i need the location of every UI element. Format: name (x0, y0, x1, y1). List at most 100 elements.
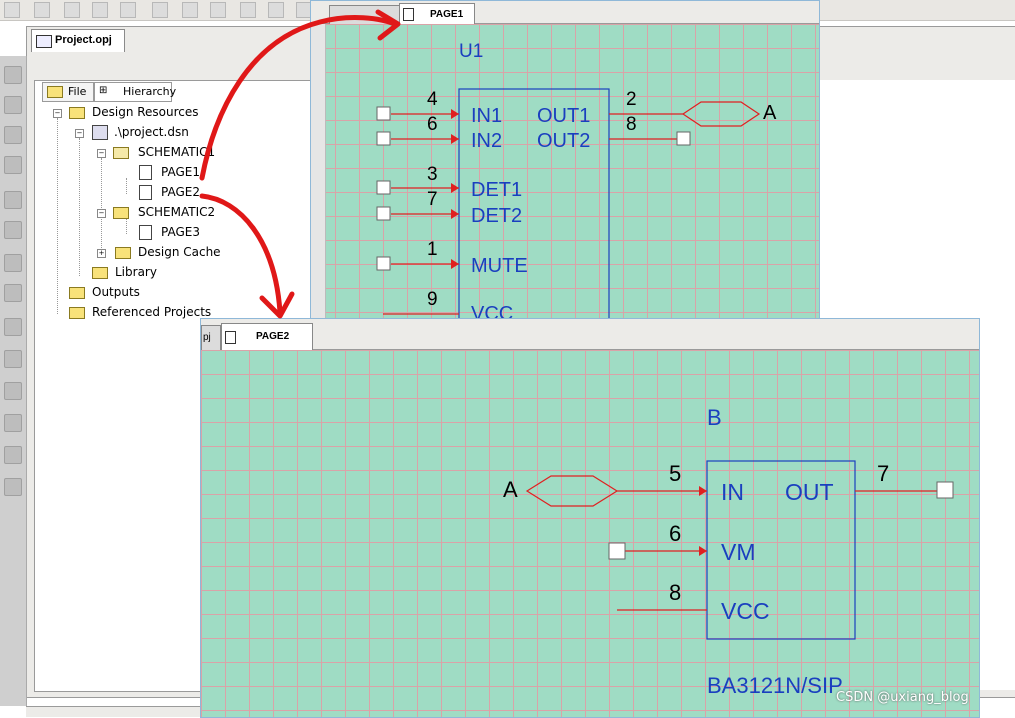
folder-icon (69, 307, 85, 319)
no-connect-marker[interactable] (608, 542, 626, 560)
palette-tool-icon[interactable] (4, 126, 22, 144)
open-folder-icon (113, 147, 129, 159)
toolbar-icon[interactable] (240, 2, 256, 18)
pin-name: OUT1 (537, 105, 591, 127)
tree-line (101, 158, 102, 256)
pin-arrow (699, 486, 707, 496)
pin-name: MUTE (471, 255, 528, 277)
schematic-page-icon (139, 165, 152, 180)
no-connect-marker[interactable] (376, 180, 391, 195)
pin-number: 7 (877, 461, 890, 486)
tab-file-label: File (68, 85, 87, 98)
part-name-label: BA3121N/SIP (707, 673, 843, 698)
no-connect-marker[interactable] (376, 256, 391, 271)
pin-arrow (451, 259, 459, 269)
toolbar-icon[interactable] (92, 2, 108, 18)
collapse-toggle[interactable]: − (97, 149, 106, 158)
toolbar-icon[interactable] (4, 2, 20, 18)
pin-number: 6 (669, 521, 682, 546)
pin-name: IN2 (471, 130, 503, 152)
collapse-toggle[interactable]: − (97, 209, 106, 218)
page2-schematic-drawing (525, 460, 954, 640)
palette-tool-icon[interactable] (4, 478, 22, 496)
pin-name: IN (721, 479, 744, 505)
pin-name: VCC (721, 598, 770, 624)
expand-toggle[interactable]: + (97, 249, 106, 258)
toolbar-icon[interactable] (182, 2, 198, 18)
pin-name: OUT2 (537, 130, 591, 152)
toolbar-icon[interactable] (120, 2, 136, 18)
tree-line (126, 178, 127, 194)
tree-item-page3[interactable]: PAGE3 (161, 224, 200, 240)
page2-schematic-window: pj PAGE2 B A 5 6 8 IN VM VCC OUT 7 BA312… (200, 318, 980, 718)
toolbar-icon[interactable] (152, 2, 168, 18)
toolbar-icon[interactable] (34, 2, 50, 18)
collapse-toggle[interactable]: − (53, 109, 62, 118)
tree-item-page1[interactable]: PAGE1 (161, 164, 200, 180)
tree-item-outputs[interactable]: Outputs (92, 284, 140, 300)
pin-name: VM (721, 539, 756, 565)
folder-icon (92, 267, 108, 279)
tab-file[interactable]: File (42, 82, 94, 102)
palette-tool-icon[interactable] (4, 191, 22, 209)
pin-number: 1 (427, 239, 438, 260)
project-tab[interactable]: Project.opj (31, 29, 125, 52)
pin-name: DET1 (471, 179, 523, 201)
pin-arrow (699, 546, 707, 556)
page1-schematic-window: PAGE1 U1 4 6 3 7 1 9 IN1 IN2 DET1 DET2 M… (310, 0, 820, 320)
collapse-toggle[interactable]: − (75, 129, 84, 138)
no-connect-marker[interactable] (676, 131, 691, 146)
palette-tool-icon[interactable] (4, 254, 22, 272)
tree-item-schematic1[interactable]: SCHEMATIC1 (138, 144, 215, 160)
design-file-icon (92, 125, 108, 140)
palette-tool-icon[interactable] (4, 382, 22, 400)
schematic-page-icon (139, 225, 152, 240)
off-page-connector-a[interactable] (525, 475, 619, 507)
tree-line (79, 138, 80, 276)
pin-number: 2 (626, 89, 637, 110)
palette-tool-icon[interactable] (4, 414, 22, 432)
no-connect-marker[interactable] (936, 481, 954, 499)
palette-tool-icon[interactable] (4, 318, 22, 336)
pin-arrow (451, 209, 459, 219)
tree-item-design-resources[interactable]: Design Resources (92, 104, 199, 120)
tree-item-design-cache[interactable]: Design Cache (138, 244, 221, 260)
palette-tool-icon[interactable] (4, 221, 22, 239)
tree-item-page2[interactable]: PAGE2 (161, 184, 200, 200)
pin-number: 4 (427, 89, 438, 110)
palette-tool-icon[interactable] (4, 446, 22, 464)
pin-number: 7 (427, 189, 438, 210)
pin-number: 6 (427, 114, 438, 135)
palette-tool-icon[interactable] (4, 156, 22, 174)
tab-hierarchy[interactable]: ⊞ Hierarchy (94, 82, 176, 102)
palette-tool-icon[interactable] (4, 66, 22, 84)
hierarchy-icon: ⊞ (99, 85, 108, 96)
no-connect-marker[interactable] (376, 106, 391, 121)
toolbar-icon[interactable] (64, 2, 80, 18)
tree-line (57, 118, 58, 314)
palette-tool-icon[interactable] (4, 350, 22, 368)
no-connect-marker[interactable] (376, 206, 391, 221)
pin-number: 3 (427, 164, 438, 185)
palette-tool-icon[interactable] (4, 96, 22, 114)
u1-ref-label: U1 (459, 41, 484, 62)
schematic-page-icon (139, 185, 152, 200)
toolbar-icon[interactable] (268, 2, 284, 18)
tree-item-referenced-projects[interactable]: Referenced Projects (92, 304, 211, 320)
port-label-a: A (763, 102, 777, 124)
folder-icon (69, 287, 85, 299)
folder-icon (69, 107, 85, 119)
tree-item-schematic2[interactable]: SCHEMATIC2 (138, 204, 215, 220)
off-page-connector-a[interactable] (681, 101, 761, 127)
tree-item-dsn[interactable]: .\project.dsn (114, 124, 189, 140)
palette-tool-icon[interactable] (4, 284, 22, 302)
pin-number: 9 (427, 289, 438, 310)
toolbar-icon[interactable] (210, 2, 226, 18)
pin-number: 5 (669, 461, 682, 486)
pin-arrow (451, 134, 459, 144)
pin-number: 8 (626, 114, 637, 135)
no-connect-marker[interactable] (376, 131, 391, 146)
tree-item-library[interactable]: Library (115, 264, 157, 280)
folder-icon (113, 207, 129, 219)
folder-icon (115, 247, 131, 259)
